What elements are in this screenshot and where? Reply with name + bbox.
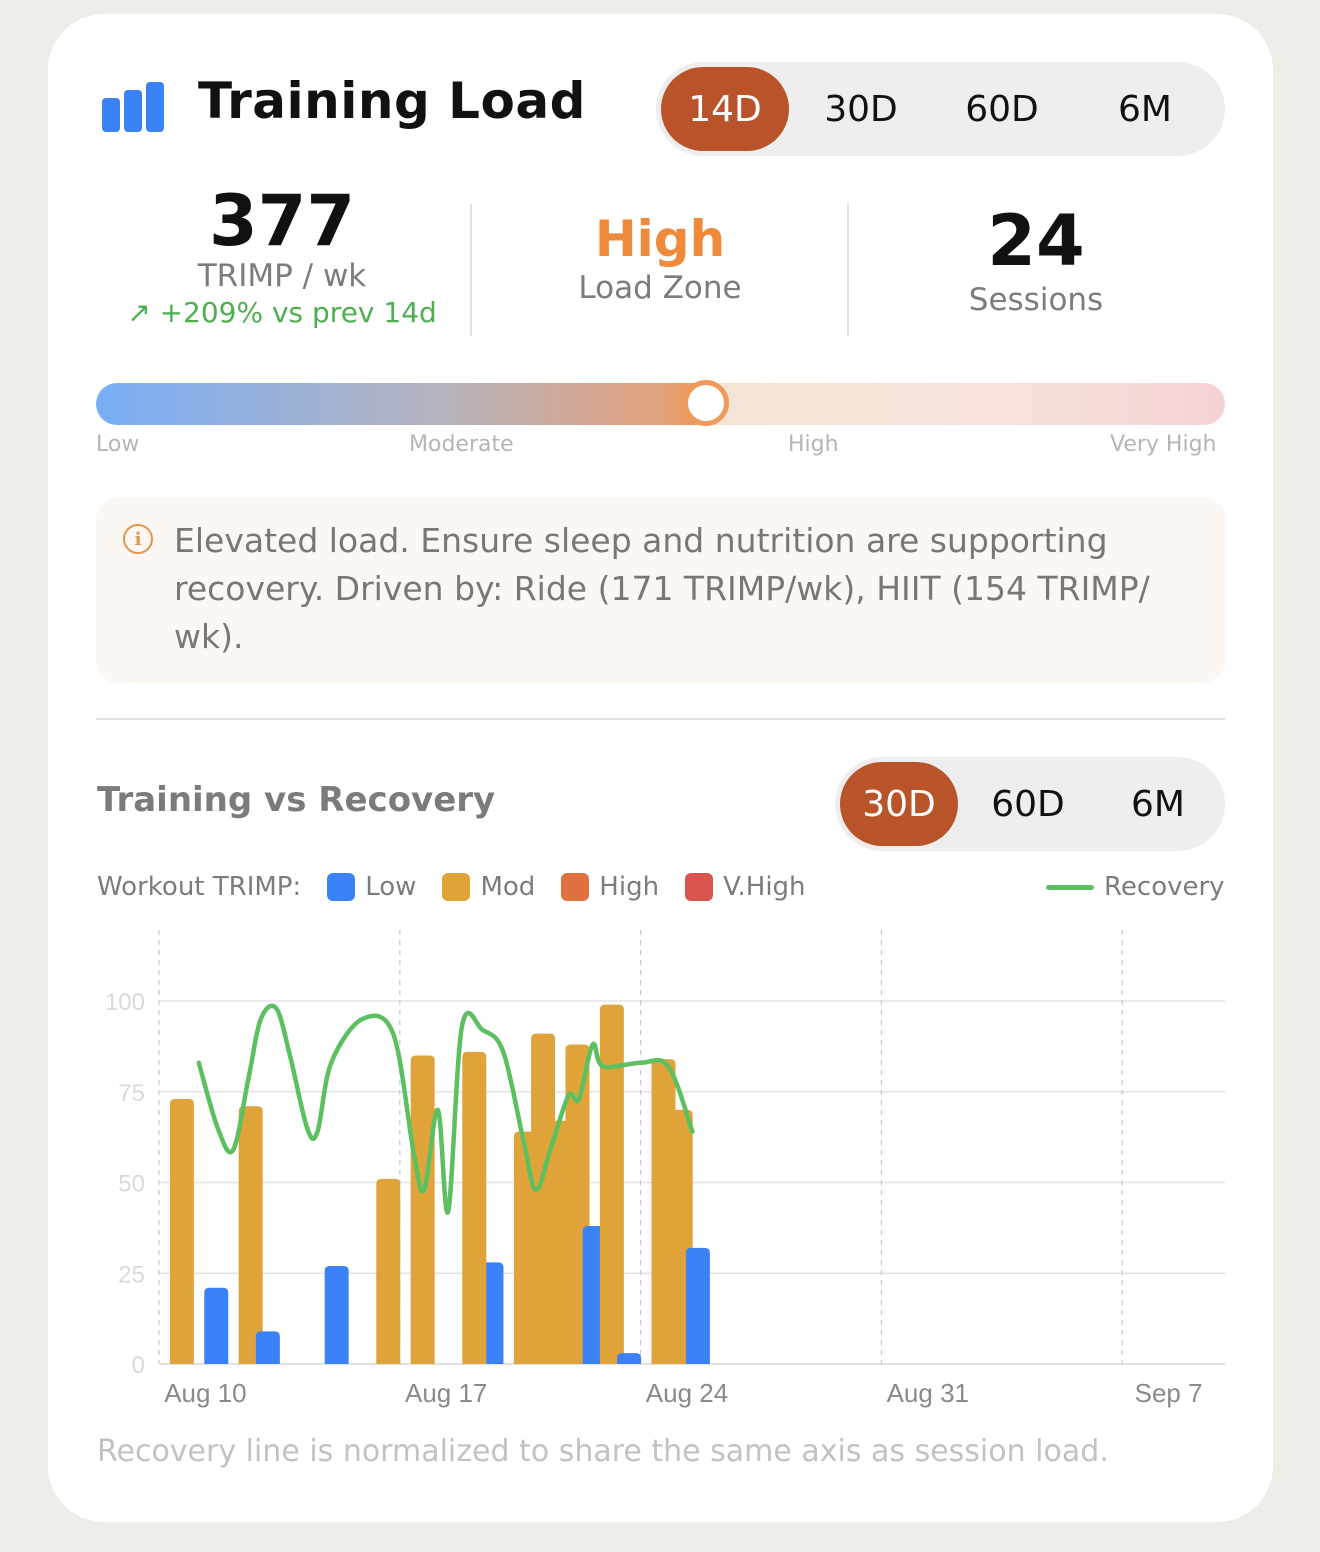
bar-mod: [376, 1178, 401, 1364]
training-recovery-chart: 0 25 50 75 100 Aug 10 Aug 17 Aug 24 Aug 31 Sep 7: [105, 930, 1225, 1408]
y-tick-label: 0: [132, 1352, 145, 1379]
bar-low: [255, 1331, 280, 1364]
x-tick-label: Aug 17: [405, 1378, 487, 1408]
x-tick-label: Sep 7: [1135, 1378, 1203, 1408]
bar-low: [324, 1265, 349, 1364]
x-tick-label: Aug 31: [887, 1378, 969, 1408]
y-tick-label: 50: [118, 1171, 145, 1198]
bar-mod: [599, 1004, 624, 1364]
bar-low: [685, 1247, 710, 1364]
bar-low: [204, 1287, 229, 1364]
bar-mod: [410, 1055, 435, 1364]
bar-mod: [462, 1051, 487, 1364]
chart-footnote: Recovery line is normalized to share the…: [97, 1434, 1109, 1469]
y-tick-label: 75: [118, 1080, 145, 1107]
bar-low: [617, 1353, 642, 1364]
y-tick-label: 100: [105, 989, 145, 1016]
y-tick-label: 25: [118, 1261, 145, 1288]
x-tick-label: Aug 10: [164, 1378, 246, 1408]
x-tick-label: Aug 24: [646, 1378, 728, 1408]
bar-mod: [169, 1099, 194, 1364]
bar-mod: [238, 1106, 263, 1364]
